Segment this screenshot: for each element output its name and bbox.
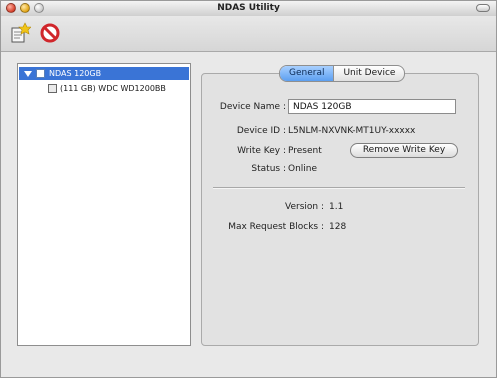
write-key-value: Present — [288, 146, 322, 156]
max-request-blocks-label: Max Request Blocks : — [228, 222, 324, 232]
disclosure-triangle-icon[interactable] — [24, 71, 32, 77]
version-value: 1.1 — [329, 202, 344, 212]
write-key-label: Write Key : — [237, 146, 286, 156]
device-tree[interactable]: NDAS 120GB (111 GB) WDC WD1200BB — [17, 63, 191, 346]
hard-disk-icon — [48, 84, 57, 93]
tree-item-label: (111 GB) WDC WD1200BB — [60, 84, 166, 93]
unregister-device-icon[interactable] — [39, 22, 61, 44]
tab-bar: General Unit Device — [279, 65, 406, 82]
register-device-icon[interactable] — [9, 22, 32, 44]
ndas-utility-window: NDAS Utility NDAS 120GB (111 GB) WDC WD1… — [0, 0, 497, 378]
divider — [213, 187, 465, 189]
window-title: NDAS Utility — [217, 3, 280, 13]
device-id-value: L5NLM-NXVNK-MT1UY-xxxxx — [288, 126, 416, 136]
tree-item-ndas-device[interactable]: NDAS 120GB — [19, 67, 189, 80]
status-label: Status : — [251, 164, 286, 174]
tab-unit-device[interactable]: Unit Device — [333, 66, 404, 81]
toolbar — [1, 16, 496, 52]
ndas-device-icon — [36, 69, 45, 78]
toolbar-toggle-button[interactable] — [476, 4, 490, 12]
remove-write-key-button[interactable]: Remove Write Key — [350, 143, 458, 158]
max-request-blocks-value: 128 — [329, 222, 347, 232]
title-bar: NDAS Utility — [1, 1, 496, 17]
device-name-field[interactable] — [288, 99, 456, 114]
tree-item-label: NDAS 120GB — [49, 69, 102, 78]
tab-general[interactable]: General — [280, 66, 334, 81]
status-value: Online — [288, 164, 318, 174]
version-label: Version : — [285, 202, 324, 212]
device-id-label: Device ID : — [236, 126, 286, 136]
device-name-label: Device Name : — [219, 102, 286, 112]
